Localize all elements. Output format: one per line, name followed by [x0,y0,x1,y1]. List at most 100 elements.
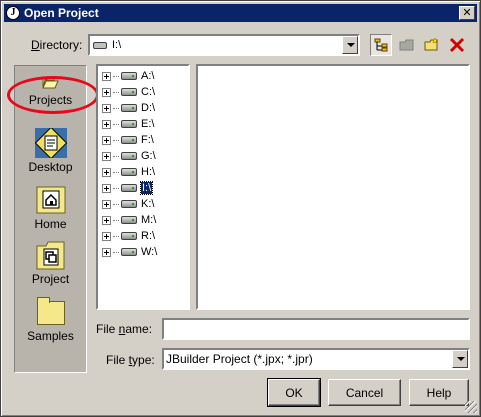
tree-connector [113,91,119,93]
tree-item-label: D:\ [141,102,156,114]
tree-connector [113,187,119,189]
tree-view-icon [374,38,388,52]
file-type-value: JBuilder Project (*.jpx; *.jpr) [166,352,313,366]
ok-button[interactable]: OK [267,378,321,407]
drive-icon [121,104,137,112]
tree-connector [113,235,119,237]
expand-plus-icon[interactable] [102,151,111,161]
expand-plus-icon[interactable] [102,183,111,193]
tree-connector [113,155,119,157]
drive-icon [121,216,137,224]
tree-item-label: E:\ [141,118,155,130]
sidebar-item-label: Projects [28,93,73,107]
tree-connector [113,139,119,141]
tree-item-label: I:\ [139,181,154,195]
sidebar-item-label: Samples [27,329,74,343]
title-bar[interactable]: J Open Project ✕ [4,4,477,22]
tree-item-label: A:\ [141,70,155,82]
expand-plus-icon[interactable] [102,87,111,97]
delete-icon [449,37,465,53]
resize-grip[interactable] [465,401,477,413]
sidebar-item-label: Project [31,272,70,286]
cancel-button[interactable]: Cancel [328,379,401,406]
folder-up-icon [399,39,414,51]
sidebar-item-project[interactable]: Project [15,240,86,286]
places-sidebar: Projects Desktop Home Project Samples [14,65,87,373]
tree-item-label: K:\ [141,198,155,210]
tree-item[interactable]: D:\ [102,100,155,116]
tree-item[interactable]: A:\ [102,68,154,84]
tree-item-label: R:\ [141,230,156,242]
sidebar-item-label: Home [34,217,67,231]
tree-connector [113,219,119,221]
expand-plus-icon[interactable] [102,71,111,81]
sidebar-item-home[interactable]: Home [15,186,86,231]
tree-item[interactable]: H:\ [102,164,155,180]
drive-icon [121,232,137,240]
drive-icon [93,41,107,49]
expand-plus-icon[interactable] [102,199,111,209]
file-list[interactable] [196,64,470,310]
expand-plus-icon[interactable] [102,247,111,257]
sidebar-item-desktop[interactable]: Desktop [15,128,86,174]
tree-connector [113,107,119,109]
tree-item-label: M:\ [141,214,157,226]
jbuilder-logo-icon: J [6,6,20,20]
tree-item[interactable]: R:\ [102,228,155,244]
drive-icon [121,168,137,176]
file-type-select[interactable]: JBuilder Project (*.jpx; *.jpr) [162,348,470,370]
drive-icon [121,136,137,144]
tree-item-label: C:\ [141,86,156,98]
tree-item[interactable]: F:\ [102,132,154,148]
drive-icon [121,184,137,192]
directory-tree[interactable]: A:\ C:\ D:\ E:\ F:\ G:\ H:\ I:\ K:\ M:\ R:\ W:\ [96,64,190,310]
file-name-input[interactable] [162,318,470,340]
tree-connector [113,203,119,205]
help-button[interactable]: Help [409,379,469,406]
project-icon [36,241,64,270]
tree-item-label: G:\ [141,150,156,162]
expand-plus-icon[interactable] [102,231,111,241]
file-name-label: File name: [96,322,153,336]
tree-item[interactable]: G:\ [102,148,156,164]
file-type-label: File type: [106,353,155,367]
expand-plus-icon[interactable] [102,215,111,225]
tree-item[interactable]: I:\ [102,180,154,196]
home-icon [36,186,65,214]
sidebar-item-samples[interactable]: Samples [15,295,86,343]
drive-icon [121,200,137,208]
tree-item-label: W:\ [141,246,158,258]
expand-plus-icon[interactable] [102,135,111,145]
folder-up-button[interactable] [396,34,418,56]
close-button[interactable]: ✕ [459,6,475,20]
expand-plus-icon[interactable] [102,103,111,113]
tree-item[interactable]: M:\ [102,212,156,228]
chevron-down-icon[interactable] [452,350,468,368]
new-folder-icon [424,38,439,51]
drive-icon [121,248,137,256]
tree-item[interactable]: K:\ [102,196,154,212]
tree-item-label: F:\ [141,134,154,146]
open-folder-icon [41,76,59,89]
drive-icon [121,88,137,96]
delete-button[interactable] [446,34,468,56]
sidebar-item-projects[interactable]: Projects [15,76,86,107]
tree-connector [113,123,119,125]
sidebar-item-label: Desktop [28,160,73,174]
expand-plus-icon[interactable] [102,119,111,129]
desktop-icon [34,128,67,158]
tree-item[interactable]: E:\ [102,116,154,132]
drive-icon [121,152,137,160]
tree-view-button[interactable] [370,34,392,56]
expand-plus-icon[interactable] [102,167,111,177]
directory-combo[interactable]: I:\ [88,34,360,56]
chevron-down-icon[interactable] [342,36,358,54]
directory-value: I:\ [112,39,122,51]
tree-item-label: H:\ [141,166,156,178]
tree-item[interactable]: C:\ [102,84,155,100]
tree-connector [113,171,119,173]
tree-connector [113,75,119,77]
open-project-dialog: J Open Project ✕ Directory: I:\ Projects… [0,0,481,417]
new-folder-button[interactable] [421,34,443,56]
tree-item[interactable]: W:\ [102,244,157,260]
